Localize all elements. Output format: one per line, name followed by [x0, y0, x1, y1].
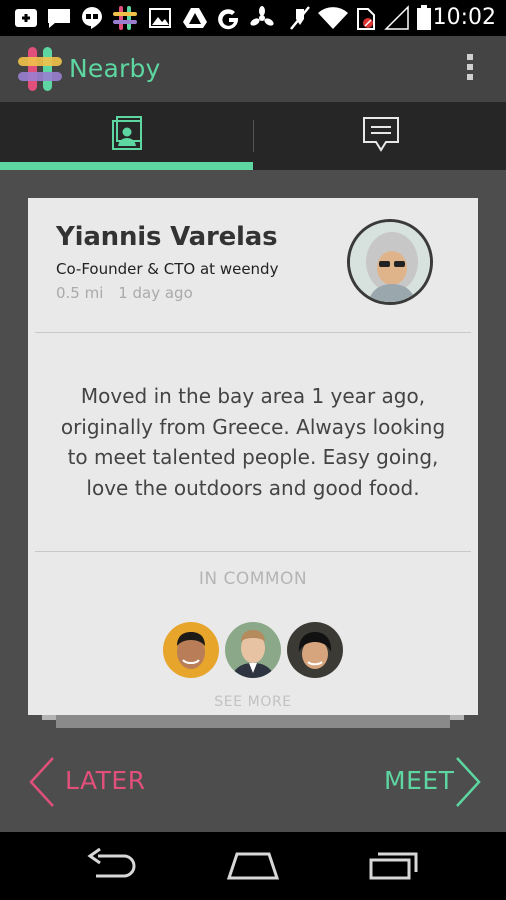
back-icon: [87, 847, 136, 878]
meet-button[interactable]: MEET: [372, 752, 492, 812]
later-label: LATER: [65, 766, 146, 795]
back-button[interactable]: [86, 847, 138, 886]
selected-tab-indicator: [0, 162, 253, 170]
profile-role: Co-Founder & CTO at weendy: [56, 260, 279, 278]
chat-icon: [46, 6, 72, 30]
blackberry-messenger-icon: [14, 6, 38, 30]
clock: 10:02: [432, 5, 496, 30]
meet-label: MEET: [384, 766, 455, 795]
overflow-menu-icon[interactable]: [464, 54, 476, 84]
battery-icon: [416, 5, 432, 30]
status-bar: 10:02: [0, 0, 506, 36]
signal-icon: [384, 5, 410, 30]
navigation-bar: [0, 832, 506, 900]
mute-icon: [288, 6, 312, 30]
see-more-link[interactable]: SEE MORE: [28, 694, 478, 710]
person-3-avatar[interactable]: [287, 622, 343, 678]
hangouts-icon: [80, 6, 104, 30]
recent-apps-button[interactable]: [368, 848, 422, 886]
app-title: Nearby: [69, 54, 161, 83]
profile-avatar[interactable]: [347, 219, 433, 305]
google-icon: [216, 6, 242, 30]
tab-bar: [0, 102, 506, 170]
fan-icon: [250, 6, 274, 30]
drive-icon: [182, 6, 208, 30]
home-button[interactable]: [226, 848, 280, 886]
divider: [35, 332, 471, 333]
divider: [35, 551, 471, 552]
profile-card[interactable]: Yiannis Varelas Co-Founder & CTO at ween…: [28, 198, 478, 715]
recent-apps-icon: [369, 852, 418, 880]
person-2-avatar[interactable]: [225, 622, 281, 678]
in-common-label: IN COMMON: [198, 569, 308, 589]
chat-bubble-icon: [362, 116, 400, 158]
gallery-icon: [148, 6, 172, 30]
chevron-right-icon: [456, 757, 481, 807]
profile-bio: Moved in the bay area 1 year ago, origin…: [60, 384, 446, 500]
nearby-logo-icon: [16, 45, 64, 93]
action-bar: Nearby: [0, 36, 506, 102]
no-sim-icon: [356, 6, 376, 30]
profile-last-seen: 1 day ago: [118, 284, 193, 302]
later-button[interactable]: LATER: [22, 752, 182, 812]
chevron-left-icon: [29, 757, 54, 807]
wifi-icon: [318, 6, 348, 30]
card-stack-shadow: [56, 714, 450, 728]
profile-meta: 0.5 mi 1 day ago: [56, 284, 203, 302]
nearby-app-icon: [112, 6, 138, 30]
home-icon: [226, 852, 280, 880]
profile-name: Yiannis Varelas: [56, 222, 278, 252]
profile-card-icon: [110, 116, 144, 156]
tab-profile[interactable]: [0, 102, 253, 170]
profile-distance: 0.5 mi: [56, 284, 104, 302]
person-1-avatar[interactable]: [163, 622, 219, 678]
tab-messages[interactable]: [254, 102, 506, 170]
